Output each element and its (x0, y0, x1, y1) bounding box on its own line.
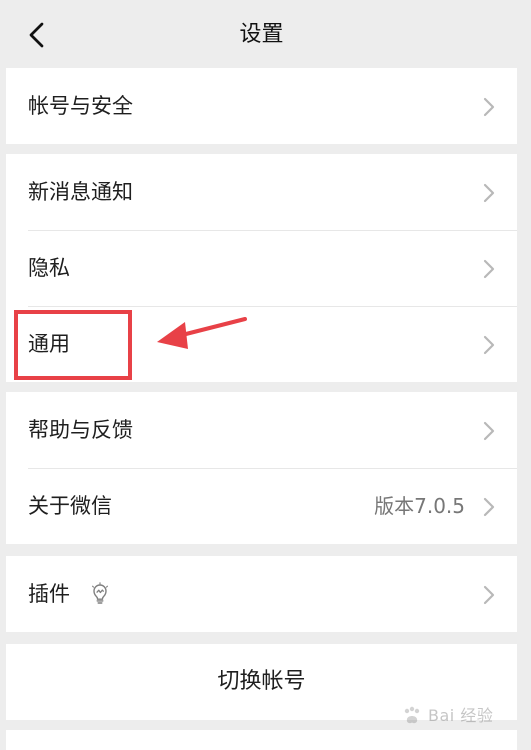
account-group: 帐号与安全 (6, 68, 517, 144)
chevron-right-icon (483, 421, 495, 441)
lightbulb-icon (92, 582, 108, 604)
chevron-right-icon (483, 585, 495, 605)
switch-account-label: 切换帐号 (217, 669, 306, 694)
chevron-right-icon (483, 97, 495, 117)
plugins-group: 插件 (6, 556, 517, 632)
row-label: 通用 (28, 332, 70, 356)
settings-row-privacy[interactable]: 隐私 (6, 230, 517, 306)
settings-row-about[interactable]: 关于微信 版本7.0.5 (6, 468, 517, 544)
row-label: 插件 (28, 582, 70, 606)
chevron-right-icon (483, 497, 495, 517)
navigation-bar: 设置 (6, 0, 517, 68)
settings-row-account-security[interactable]: 帐号与安全 (6, 68, 517, 144)
settings-row-general[interactable]: 通用 (6, 306, 517, 382)
chevron-right-icon (483, 335, 495, 355)
row-label: 关于微信 (28, 494, 112, 518)
row-label: 帮助与反馈 (28, 418, 133, 442)
settings-row-help-feedback[interactable]: 帮助与反馈 (6, 392, 517, 468)
row-label: 帐号与安全 (28, 94, 133, 118)
support-group: 帮助与反馈 关于微信 版本7.0.5 (6, 392, 517, 544)
switch-account-group: 切换帐号 (6, 644, 517, 720)
settings-screen: 设置 帐号与安全 新消息通知 隐私 通用 帮助与反馈 关于微信 版本7.0.5 … (6, 0, 517, 750)
general-group: 新消息通知 隐私 通用 (6, 154, 517, 382)
next-group-partial (6, 730, 517, 750)
settings-row-notifications[interactable]: 新消息通知 (6, 154, 517, 230)
settings-row-plugins[interactable]: 插件 (6, 556, 517, 632)
switch-account-button[interactable]: 切换帐号 (6, 644, 517, 720)
chevron-right-icon (483, 183, 495, 203)
row-label: 隐私 (28, 256, 70, 280)
row-label: 新消息通知 (28, 180, 133, 204)
version-label: 版本7.0.5 (374, 494, 465, 518)
page-title: 设置 (239, 22, 284, 47)
chevron-right-icon (483, 259, 495, 279)
